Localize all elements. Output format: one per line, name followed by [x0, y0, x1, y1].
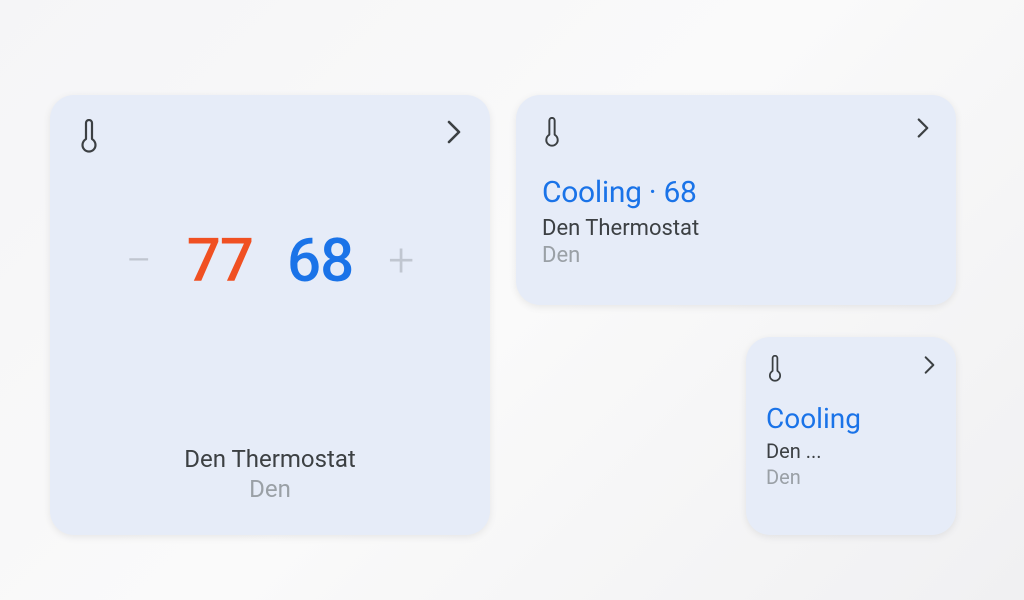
- device-name: Den Thermostat: [78, 445, 462, 473]
- chevron-right-icon[interactable]: [923, 355, 936, 375]
- card-body: Cooling Den ... Den: [766, 402, 936, 489]
- chevron-right-icon[interactable]: [446, 119, 462, 145]
- thermostat-card-small[interactable]: Cooling Den ... Den: [746, 337, 956, 535]
- device-name: Den ...: [766, 439, 936, 463]
- heat-setpoint: 77: [187, 231, 253, 291]
- thermostat-card-medium[interactable]: Cooling · 68 Den Thermostat Den: [516, 95, 956, 305]
- increase-button[interactable]: +: [387, 238, 415, 284]
- status-line: Cooling: [766, 402, 936, 435]
- thermostat-card-large[interactable]: − 77 68 + Den Thermostat Den: [50, 95, 490, 535]
- device-name: Den Thermostat: [542, 216, 930, 241]
- card-footer: Den Thermostat Den: [78, 445, 462, 511]
- thermometer-icon: [542, 117, 562, 147]
- card-header: [766, 355, 936, 382]
- chevron-right-icon[interactable]: [916, 117, 930, 139]
- room-name: Den: [542, 243, 930, 268]
- cool-setpoint: 68: [287, 231, 353, 291]
- thermometer-icon: [78, 119, 100, 153]
- status-line: Cooling · 68: [542, 175, 930, 210]
- room-name: Den: [78, 475, 462, 503]
- temperature-controls: − 77 68 +: [78, 231, 462, 291]
- card-header: [78, 119, 462, 153]
- thermometer-icon: [766, 355, 784, 382]
- room-name: Den: [766, 465, 936, 489]
- decrease-button[interactable]: −: [125, 238, 153, 284]
- card-body: Cooling · 68 Den Thermostat Den: [542, 175, 930, 268]
- card-header: [542, 117, 930, 147]
